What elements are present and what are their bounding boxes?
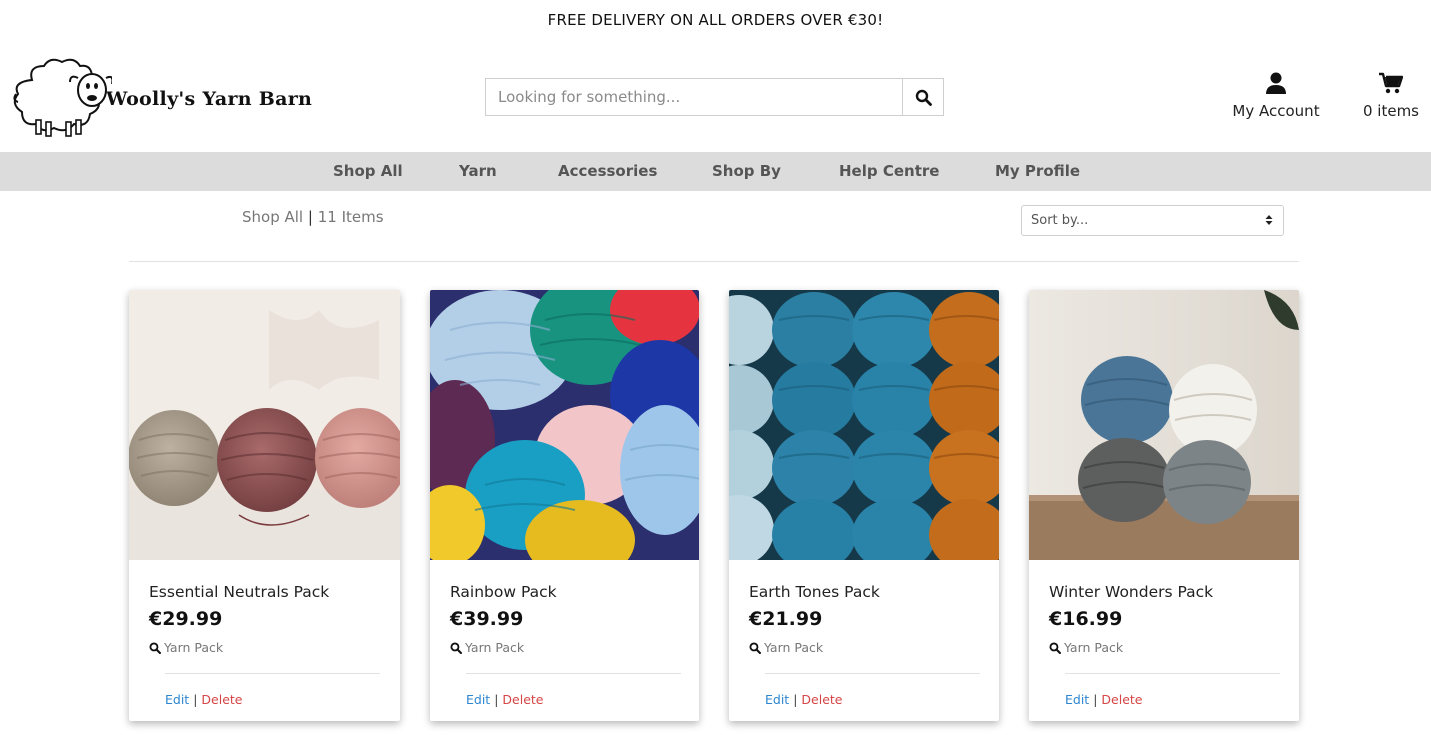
my-account-label: My Account: [1232, 102, 1320, 120]
edit-link[interactable]: Edit: [765, 692, 789, 707]
search-input[interactable]: [486, 79, 902, 115]
delete-link[interactable]: Delete: [1101, 692, 1142, 707]
product-image-rainbow[interactable]: [430, 290, 699, 560]
product-category[interactable]: Yarn Pack: [1049, 640, 1123, 655]
product-price: €39.99: [450, 608, 524, 630]
sort-caret-icon: [1265, 215, 1273, 225]
product-title[interactable]: Earth Tones Pack: [749, 583, 880, 601]
product-image-winter-wonders[interactable]: [1029, 290, 1299, 560]
product-category-label: Yarn Pack: [764, 640, 824, 655]
nav-item-yarn[interactable]: Yarn: [459, 152, 497, 191]
product-image-essential-neutrals[interactable]: [129, 290, 400, 560]
search-form: [485, 78, 944, 116]
site-logo[interactable]: Woolly's Yarn Barn: [12, 58, 332, 142]
product-card[interactable]: Winter Wonders Pack €16.99 Yarn Pack Edi…: [1029, 290, 1299, 721]
user-icon: [1266, 72, 1286, 94]
product-price: €29.99: [149, 608, 223, 630]
product-card[interactable]: Earth Tones Pack €21.99 Yarn Pack Edit |…: [729, 290, 999, 721]
breadcrumb-section[interactable]: Shop All: [242, 208, 303, 226]
card-divider: [1065, 673, 1280, 674]
delete-link[interactable]: Delete: [502, 692, 543, 707]
search-button[interactable]: [902, 79, 943, 115]
card-divider: [165, 673, 380, 674]
product-actions: Edit | Delete: [765, 692, 842, 707]
product-category[interactable]: Yarn Pack: [149, 640, 223, 655]
main-nav: Shop All Yarn Accessories Shop By Help C…: [0, 152, 1431, 191]
product-title[interactable]: Rainbow Pack: [450, 583, 557, 601]
nav-item-shop-by[interactable]: Shop By: [712, 152, 781, 191]
product-price: €21.99: [749, 608, 823, 630]
edit-link[interactable]: Edit: [1065, 692, 1089, 707]
product-actions: Edit | Delete: [1065, 692, 1142, 707]
sheep-logo-icon: [13, 58, 112, 137]
edit-link[interactable]: Edit: [165, 692, 189, 707]
product-category-label: Yarn Pack: [1064, 640, 1124, 655]
nav-item-accessories[interactable]: Accessories: [558, 152, 657, 191]
search-icon: [1049, 642, 1061, 654]
product-category[interactable]: Yarn Pack: [450, 640, 524, 655]
action-separator: |: [193, 692, 198, 707]
product-title[interactable]: Essential Neutrals Pack: [149, 583, 329, 601]
breadcrumb-separator: |: [307, 208, 313, 226]
product-actions: Edit | Delete: [165, 692, 242, 707]
brand-name: Woolly's Yarn Barn: [106, 88, 313, 110]
item-count: 11 Items: [317, 208, 384, 226]
promo-banner: FREE DELIVERY ON ALL ORDERS OVER €30!: [547, 11, 884, 29]
cart-link[interactable]: 0 items: [1356, 72, 1426, 120]
action-separator: |: [793, 692, 798, 707]
search-icon: [915, 89, 932, 106]
nav-item-my-profile[interactable]: My Profile: [995, 152, 1080, 191]
delete-link[interactable]: Delete: [201, 692, 242, 707]
sort-selected-value: Sort by...: [1031, 213, 1089, 228]
product-price: €16.99: [1049, 608, 1123, 630]
product-card[interactable]: Essential Neutrals Pack €29.99 Yarn Pack…: [129, 290, 400, 721]
search-icon: [749, 642, 761, 654]
nav-item-help-centre[interactable]: Help Centre: [839, 152, 939, 191]
card-divider: [466, 673, 681, 674]
search-icon: [149, 642, 161, 654]
section-divider: [129, 261, 1299, 262]
action-separator: |: [494, 692, 499, 707]
delete-link[interactable]: Delete: [801, 692, 842, 707]
product-card[interactable]: Rainbow Pack €39.99 Yarn Pack Edit | Del…: [430, 290, 699, 721]
product-category[interactable]: Yarn Pack: [749, 640, 823, 655]
edit-link[interactable]: Edit: [466, 692, 490, 707]
breadcrumb: Shop All | 11 Items: [242, 208, 384, 226]
cart-label: 0 items: [1362, 102, 1419, 120]
my-account-link[interactable]: My Account: [1226, 72, 1326, 120]
product-title[interactable]: Winter Wonders Pack: [1049, 583, 1213, 601]
action-separator: |: [1093, 692, 1098, 707]
product-category-label: Yarn Pack: [164, 640, 224, 655]
sort-select[interactable]: Sort by...: [1021, 205, 1284, 236]
nav-item-shop-all[interactable]: Shop All: [333, 152, 403, 191]
card-divider: [765, 673, 980, 674]
cart-icon: [1379, 72, 1404, 94]
product-image-earth-tones[interactable]: [729, 290, 999, 560]
product-actions: Edit | Delete: [466, 692, 543, 707]
product-category-label: Yarn Pack: [465, 640, 525, 655]
search-icon: [450, 642, 462, 654]
